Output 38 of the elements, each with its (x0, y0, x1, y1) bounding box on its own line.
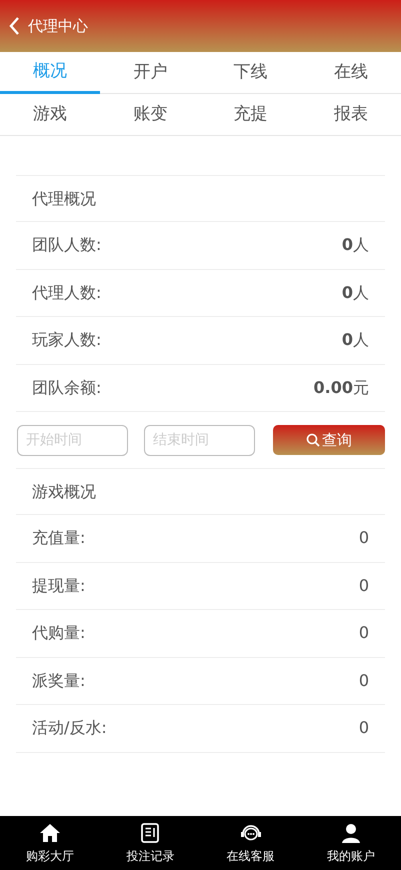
stat-value: 0 (358, 622, 369, 644)
tab[interactable]: 游戏 (0, 94, 100, 136)
section-title: 代理概况 (16, 175, 385, 221)
query-button[interactable]: 查询 (273, 425, 385, 455)
back-icon[interactable] (8, 16, 20, 36)
tab[interactable]: 报表 (300, 94, 401, 136)
stat-value: 0人 (342, 234, 369, 256)
stat-label: 代购量: (32, 622, 86, 644)
stat-value: 0人 (342, 329, 369, 352)
tab[interactable]: 在线 (300, 52, 401, 94)
stat-label: 充值量: (32, 527, 86, 550)
nav-item[interactable]: 我的账户 (300, 816, 401, 870)
stat-value: 0 (358, 670, 369, 692)
stat-label: 玩家人数: (32, 329, 102, 352)
tab[interactable]: 账变 (100, 94, 200, 136)
stat-label: 提现量: (32, 574, 86, 597)
stat-label: 代理人数: (32, 282, 102, 304)
stat-value: 0 (358, 574, 369, 597)
nav-item[interactable]: 投注记录 (100, 816, 200, 870)
user-icon (340, 822, 362, 844)
home-icon (39, 822, 62, 844)
stat-label: 活动/反水: (32, 717, 107, 740)
stat-label: 团队余额: (32, 376, 102, 399)
section-title: 游戏概况 (16, 468, 385, 514)
document-icon (139, 822, 162, 844)
stat-label: 派奖量: (32, 670, 86, 692)
stat-label: 团队人数: (32, 234, 102, 256)
tab[interactable]: 下线 (200, 52, 301, 94)
stat-value: 0 (358, 717, 369, 740)
stat-value: 0人 (342, 282, 369, 304)
page-title: 代理中心 (28, 16, 88, 37)
stat-value: 0.00元 (314, 376, 369, 399)
search-icon (306, 433, 320, 447)
tab[interactable]: 开户 (100, 52, 200, 94)
nav-item[interactable]: 在线客服 (200, 816, 301, 870)
nav-item[interactable]: 购彩大厅 (0, 816, 100, 870)
stat-value: 0 (358, 527, 369, 550)
tab[interactable]: 充提 (200, 94, 301, 136)
